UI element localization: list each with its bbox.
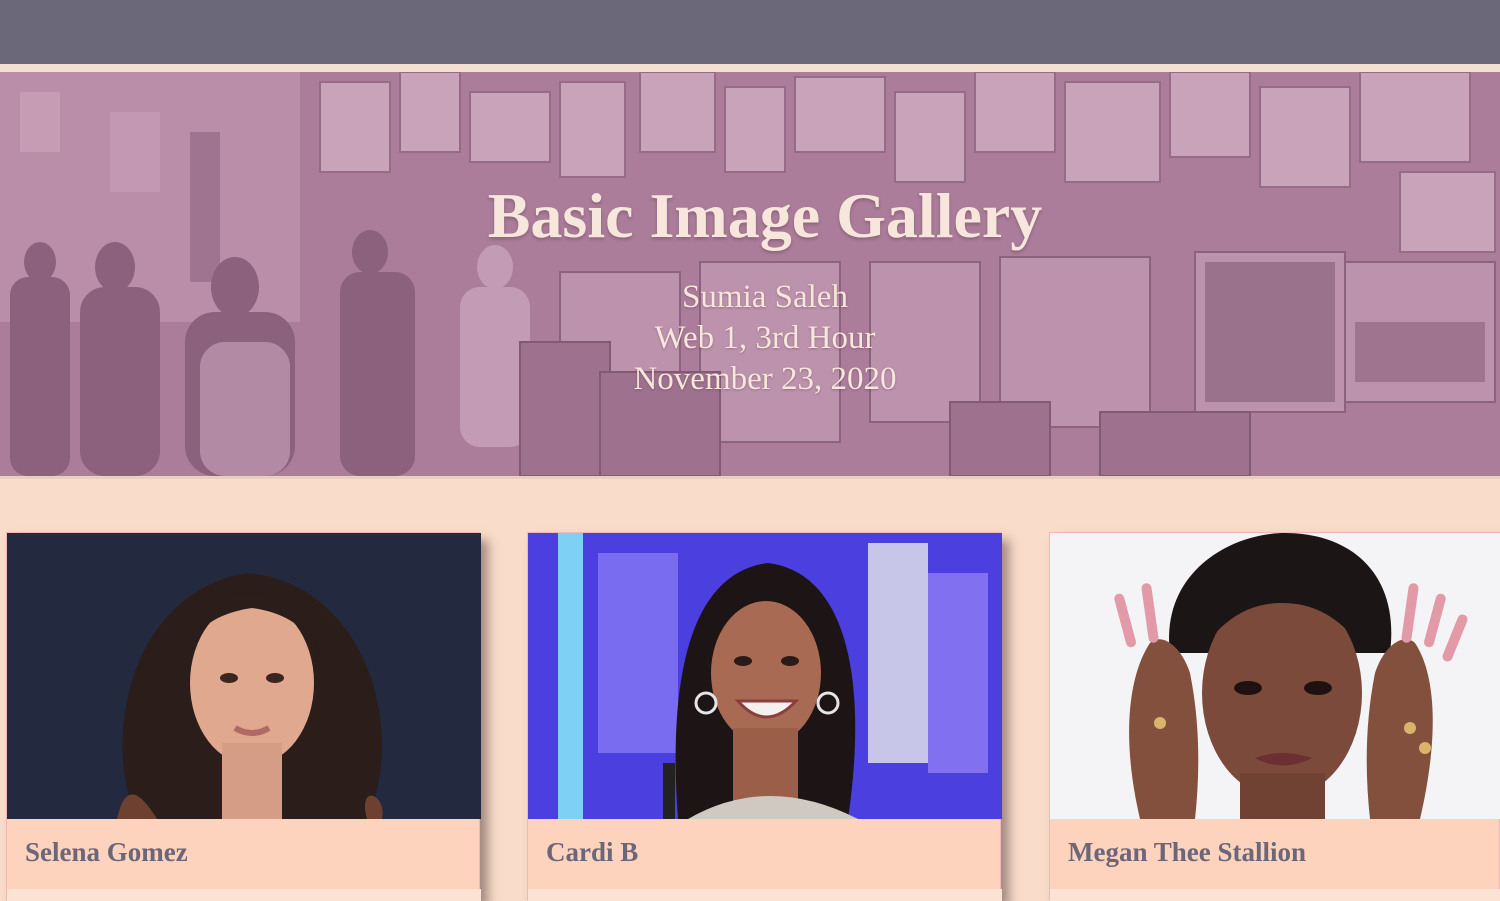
course-info: Web 1, 3rd Hour — [654, 320, 876, 356]
hero-banner: Basic Image Gallery Sumia Saleh Web 1, 3… — [0, 72, 1500, 476]
portrait-image — [7, 533, 481, 819]
hero-tint-overlay — [0, 72, 1500, 476]
hero-divider — [0, 476, 1500, 479]
author-name: Sumia Saleh — [682, 279, 848, 315]
top-bar — [0, 0, 1500, 64]
top-bar-divider — [0, 64, 1500, 72]
gallery-photo[interactable] — [7, 533, 481, 819]
hero-subtitle: Sumia Saleh Web 1, 3rd Hour November 23,… — [0, 277, 1500, 400]
gallery-caption: Megan Thee Stallion — [1068, 837, 1307, 867]
portrait-image — [528, 533, 1002, 819]
portrait-image — [1050, 533, 1500, 819]
gallery-card[interactable]: Megan Thee Stallion — [1049, 532, 1500, 901]
date-text: November 23, 2020 — [633, 361, 897, 397]
gallery-caption: Selena Gomez — [25, 837, 188, 867]
card-footer-strip — [1050, 889, 1500, 901]
gallery-photo[interactable] — [528, 533, 1002, 819]
gallery-caption: Cardi B — [546, 837, 639, 867]
card-footer-strip — [7, 889, 481, 901]
gallery-photo[interactable] — [1050, 533, 1500, 819]
gallery-card[interactable]: Selena Gomez — [6, 532, 481, 901]
gallery-card[interactable]: Cardi B — [527, 532, 1002, 901]
card-footer-strip — [528, 889, 1002, 901]
page-title: Basic Image Gallery — [487, 180, 1043, 251]
